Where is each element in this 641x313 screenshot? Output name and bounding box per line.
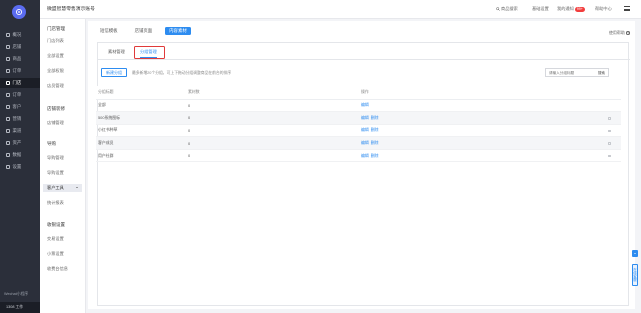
nav-group-title: 店铺装修 xyxy=(47,106,65,111)
nav-item[interactable]: 店铺管理 xyxy=(43,119,82,127)
search-box: 搜索 xyxy=(545,68,609,77)
delete-link[interactable]: 删除 xyxy=(371,153,379,158)
nav-item[interactable]: 收费台信息 xyxy=(43,265,82,273)
col-actions: 操作 xyxy=(361,86,531,100)
sidebar-item-customer[interactable]: 客户 xyxy=(0,102,40,112)
delete-link[interactable]: 删除 xyxy=(371,115,379,120)
nav-item[interactable]: 导购设置 xyxy=(43,169,82,177)
group-table: 分组标题 素材数 操作 全部 0 编辑 500系统图标 0 编辑 删除 小红书种草… xyxy=(96,86,621,163)
logo-icon xyxy=(15,8,23,16)
chevron-down-icon xyxy=(76,187,78,188)
edit-link[interactable]: 编辑 xyxy=(361,102,369,107)
search-input[interactable] xyxy=(549,70,595,76)
table-row: 全部 0 编辑 xyxy=(96,99,621,113)
delete-link[interactable]: 删除 xyxy=(371,140,379,145)
material-box: 素材管理 分组管理 xyxy=(97,42,630,306)
nav-item[interactable]: 全部设置 xyxy=(43,52,82,60)
col-count: 素材数 xyxy=(188,86,361,100)
list-icon xyxy=(6,93,10,97)
settings-icon xyxy=(6,165,10,169)
usage-help-link[interactable]: 使用帮助? xyxy=(609,30,630,36)
table-row: 500系统图标 0 编辑 删除 xyxy=(96,111,621,125)
top-bar: 微盟智慧零售演示账号 商品搜索 基础设置 我的通知 99+ 帮助中心 xyxy=(40,0,641,19)
help-center-link[interactable]: 帮助中心 xyxy=(595,6,612,12)
sidebar-item-data[interactable]: 数据 xyxy=(0,150,40,160)
row-checkbox[interactable] xyxy=(608,142,611,145)
user-account[interactable]: 1308 工作 xyxy=(0,302,40,313)
sidebar-item-goods[interactable]: 商品 xyxy=(0,54,40,64)
row-checkbox[interactable] xyxy=(608,117,611,120)
sidebar-item-list[interactable]: 订单 xyxy=(0,90,40,100)
nav-item[interactable]: 全部权限 xyxy=(43,67,82,75)
edit-link[interactable]: 编辑 xyxy=(361,115,369,120)
channel-icon xyxy=(6,129,10,133)
nav-item[interactable]: 统计报表 xyxy=(43,199,82,207)
secondary-nav: 门店管理 门店列表 全部设置 全部权限 店员管理 店铺装修 店铺管理 导购 导购… xyxy=(40,19,86,313)
settings-link[interactable]: 基础设置 xyxy=(532,6,549,12)
col-title: 分组标题 xyxy=(96,86,188,100)
main-sidebar: 概况 店铺 商品 订单 门店 订单 客户 营销 渠道 资产 数据 设置 Wech… xyxy=(0,0,40,313)
nav-item[interactable]: 导购管理 xyxy=(43,154,82,162)
nav-item[interactable]: 门店列表 xyxy=(43,37,82,45)
content-panel: 短信模板 店铺页面 内容素材 使用帮助? 素材管理 分组管理 新建分组 最多新增… xyxy=(88,21,635,309)
goods-icon xyxy=(6,57,10,61)
sidebar-item-settings[interactable]: 设置 xyxy=(0,162,40,172)
sidebar-item-shop[interactable]: 店铺 xyxy=(0,42,40,52)
sidebar-item-store[interactable]: 门店 xyxy=(0,78,40,88)
tab-store-page[interactable]: 店铺页面 xyxy=(131,27,157,35)
edit-link[interactable]: 编辑 xyxy=(361,140,369,145)
shop-icon xyxy=(6,45,10,49)
app-logo[interactable] xyxy=(12,5,26,19)
row-checkbox[interactable] xyxy=(608,129,611,133)
edit-link[interactable]: 编辑 xyxy=(361,153,369,158)
table-header: 分组标题 素材数 操作 xyxy=(96,86,621,100)
shop-name[interactable]: 微盟智慧零售演示账号 xyxy=(47,5,95,12)
user-icon xyxy=(6,105,10,109)
edit-link[interactable]: 编辑 xyxy=(361,127,369,132)
nav-group-title: 收银设置 xyxy=(47,222,65,227)
sidebar-item-orders[interactable]: 订单 xyxy=(0,66,40,76)
messages-link[interactable]: 我的通知 99+ xyxy=(557,6,585,12)
message-badge: 99+ xyxy=(574,6,585,12)
data-icon xyxy=(6,153,10,157)
marketing-icon xyxy=(6,117,10,121)
group-tip: 最多新增20个分组，可上下拖动分组调整商品在前台的排序 xyxy=(132,71,232,75)
highlight-box xyxy=(134,46,165,59)
nav-item[interactable]: 交易设置 xyxy=(43,235,82,243)
sidebar-item-channel[interactable]: 渠道 xyxy=(0,126,40,136)
subtab-material-management[interactable]: 素材管理 xyxy=(108,49,125,55)
sidebar-item-overview[interactable]: 概况 xyxy=(0,30,40,40)
online-service-button[interactable]: 在线客服 xyxy=(632,264,638,286)
nav-group-title: 门店管理 xyxy=(47,26,65,31)
nav-item[interactable]: 店员管理 xyxy=(43,82,82,90)
order-icon xyxy=(6,69,10,73)
top-tabs: 短信模板 店铺页面 内容素材 xyxy=(96,27,200,35)
new-group-button[interactable]: 新建分组 xyxy=(101,68,127,77)
nav-group-title: 导购 xyxy=(47,141,56,146)
asset-icon xyxy=(6,141,10,145)
store-icon xyxy=(6,81,10,85)
search-link[interactable]: 商品搜索 xyxy=(496,6,518,12)
table-row: 小红书种草 0 编辑 删除 xyxy=(96,124,621,138)
row-checkbox[interactable] xyxy=(608,154,611,158)
tab-content-material[interactable]: 内容素材 xyxy=(165,27,191,35)
menu-icon[interactable] xyxy=(624,6,630,11)
sidebar-item-asset[interactable]: 资产 xyxy=(0,138,40,148)
search-button[interactable]: 搜索 xyxy=(598,71,605,76)
sidebar-item-marketing[interactable]: 营销 xyxy=(0,114,40,124)
sidebar-footer: Wechat小程序 xyxy=(4,292,29,296)
sub-tabs: 素材管理 分组管理 xyxy=(98,43,630,60)
nav-item-customer-tools[interactable]: 客户工具 xyxy=(43,184,82,192)
tab-sms-template[interactable]: 短信模板 xyxy=(96,27,122,35)
delete-link[interactable]: 删除 xyxy=(371,127,379,132)
search-icon xyxy=(496,7,500,11)
table-row: 客户成员 0 编辑 删除 xyxy=(96,136,621,150)
home-icon xyxy=(6,33,10,37)
nav-item[interactable]: 小票设置 xyxy=(43,250,82,258)
back-to-top-button[interactable] xyxy=(632,250,638,257)
table-row: 用户社群 0 编辑 删除 xyxy=(96,149,621,163)
help-icon: ? xyxy=(626,31,630,36)
